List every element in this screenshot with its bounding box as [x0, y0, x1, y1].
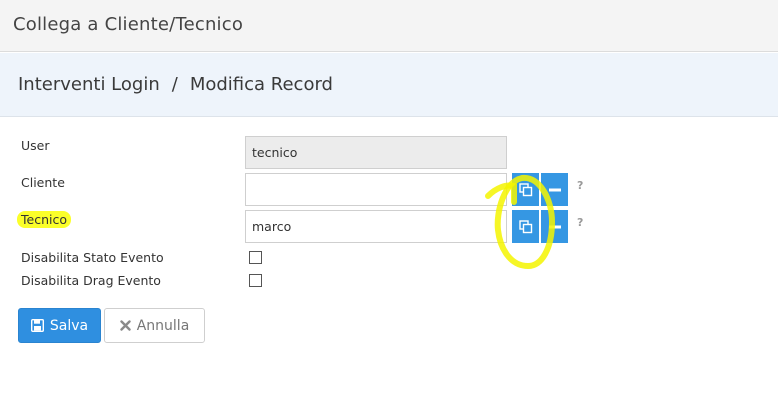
disabilita-stato-checkbox[interactable]: [249, 251, 262, 264]
user-label: User: [21, 138, 50, 153]
window-header: Collega a Cliente/Tecnico: [0, 0, 778, 52]
cancel-button-label: Annulla: [136, 317, 190, 334]
copy-icon: [518, 219, 532, 233]
minus-icon: [548, 225, 561, 228]
user-field: tecnico: [245, 136, 507, 169]
tecnico-help-icon[interactable]: ?: [577, 216, 583, 229]
tecnico-label: Tecnico: [17, 211, 71, 228]
breadcrumb-bar: Interventi Login / Modifica Record: [0, 53, 778, 117]
window-title: Collega a Cliente/Tecnico: [13, 14, 244, 35]
save-button-label: Salva: [49, 317, 89, 334]
tecnico-lookup-button[interactable]: [512, 210, 539, 243]
disabilita-drag-checkbox[interactable]: [249, 274, 262, 287]
tecnico-label-text: Tecnico: [17, 211, 71, 228]
cliente-label: Cliente: [21, 175, 65, 190]
tecnico-clear-button[interactable]: [541, 210, 568, 243]
cancel-button[interactable]: Annulla: [104, 308, 205, 343]
copy-icon: [518, 182, 532, 196]
close-icon: [120, 320, 131, 331]
breadcrumb-current: Modifica Record: [189, 74, 333, 95]
cliente-field[interactable]: [245, 173, 507, 206]
cliente-help-icon[interactable]: ?: [577, 179, 583, 192]
disabilita-stato-label: Disabilita Stato Evento: [21, 250, 164, 265]
breadcrumb-parent[interactable]: Interventi Login: [18, 74, 160, 95]
cliente-clear-button[interactable]: [541, 173, 568, 206]
breadcrumb-separator: /: [171, 74, 178, 95]
minus-icon: [548, 188, 561, 191]
floppy-disk-icon: [30, 319, 44, 332]
save-button[interactable]: Salva: [18, 308, 101, 343]
cliente-lookup-button[interactable]: [512, 173, 539, 206]
breadcrumb: Interventi Login / Modifica Record: [18, 74, 333, 95]
disabilita-drag-label: Disabilita Drag Evento: [21, 273, 161, 288]
tecnico-field[interactable]: marco: [245, 210, 507, 243]
